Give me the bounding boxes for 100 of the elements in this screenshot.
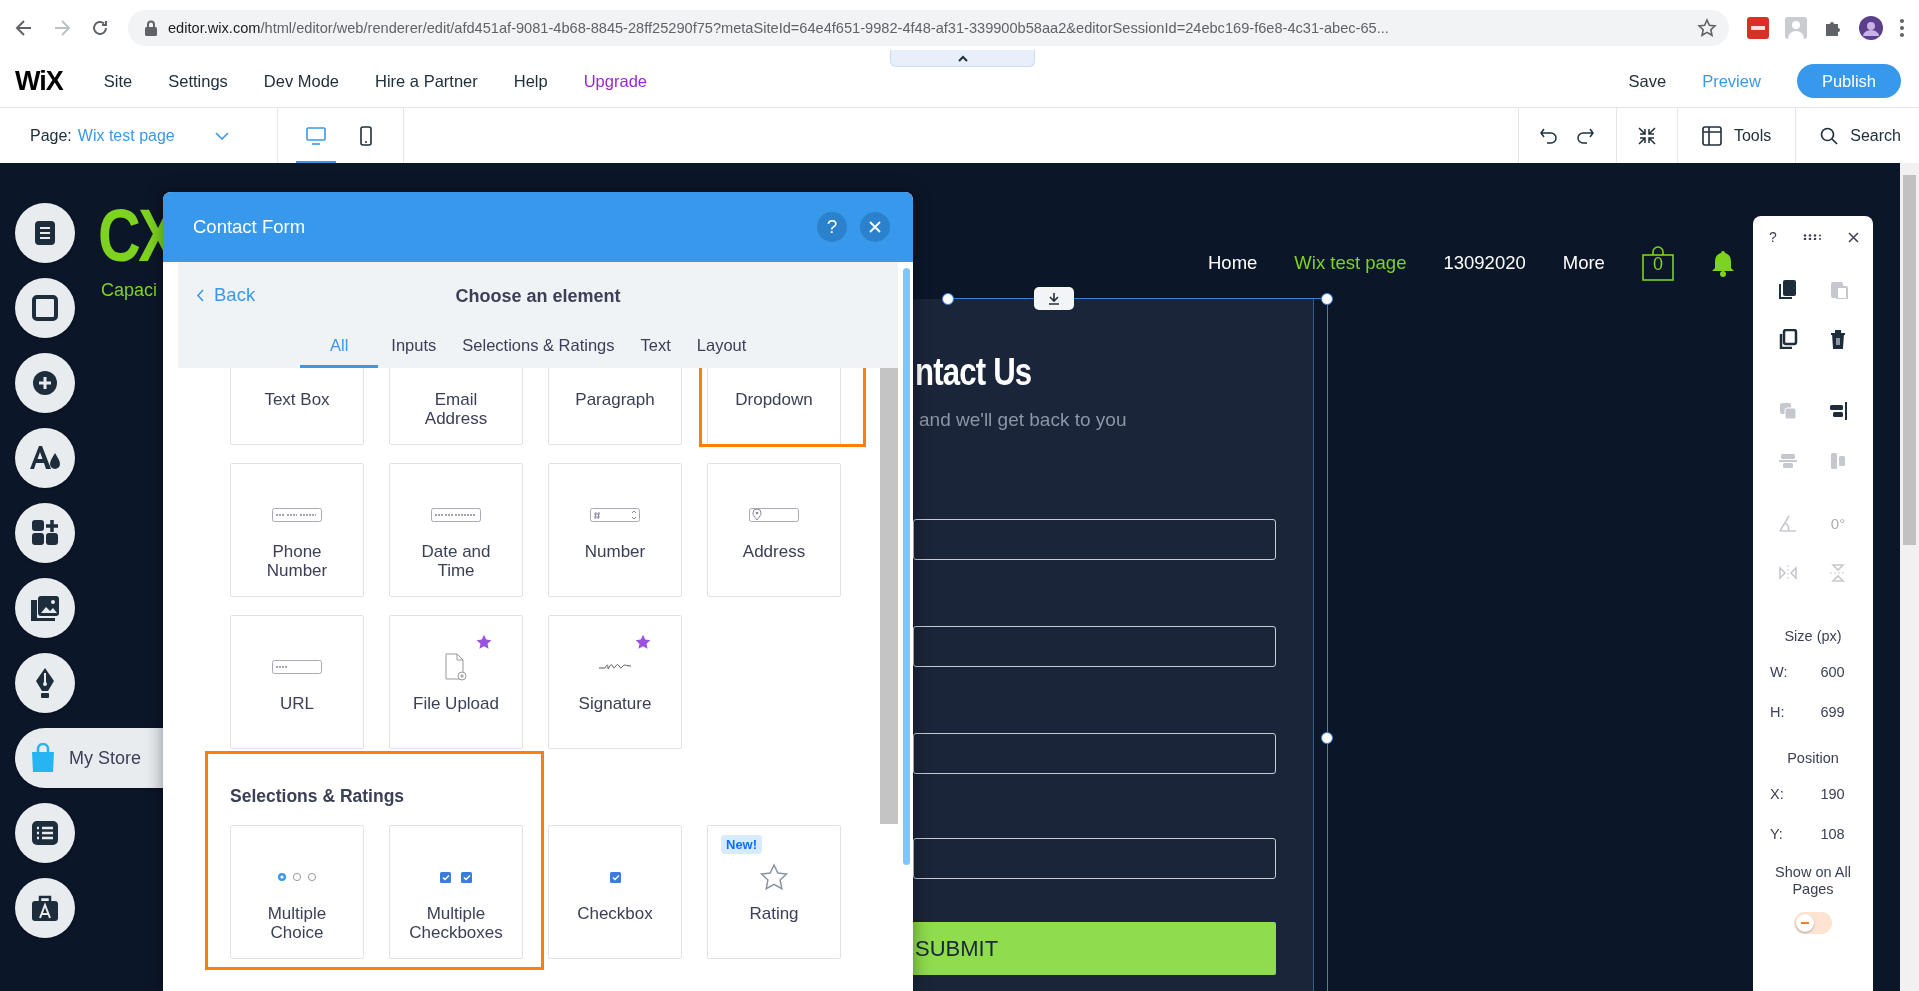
menu-item[interactable]: Site (103, 71, 133, 91)
collapse-icon[interactable] (1636, 125, 1657, 146)
dialog-title: Contact Form (193, 216, 307, 238)
tile-label: Paragraph (574, 390, 656, 409)
width-value[interactable]: 600 (1810, 664, 1855, 680)
save-button[interactable]: Save (1628, 71, 1667, 91)
element-tile[interactable]: New! Rating (707, 825, 841, 959)
cart-count: 0 (1652, 254, 1663, 276)
rotate-icon (1778, 513, 1798, 533)
extension-icon[interactable] (1747, 16, 1769, 39)
new-badge: New! (721, 835, 763, 854)
chevron-down-icon (214, 131, 229, 140)
list-icon (31, 820, 59, 846)
close-icon[interactable] (1848, 231, 1859, 243)
element-tile[interactable]: File Upload (389, 615, 523, 749)
sidebar-button[interactable] (15, 353, 75, 413)
tab[interactable]: Inputs (378, 336, 450, 368)
nav-link[interactable]: 13092020 (1443, 252, 1526, 274)
element-tile[interactable]: URL (230, 615, 364, 749)
image-icon (30, 594, 60, 622)
element-tile[interactable]: Dropdown (707, 368, 841, 445)
briefcase-icon (31, 894, 59, 922)
nav-link[interactable]: More (1562, 252, 1605, 274)
width-label: W: (1770, 664, 1789, 680)
duplicate-button[interactable] (1778, 329, 1798, 349)
resize-handle[interactable] (1321, 732, 1333, 744)
element-tile[interactable]: Text Box (230, 368, 364, 445)
signature-icon (598, 661, 632, 673)
y-value[interactable]: 108 (1810, 826, 1855, 842)
element-tile[interactable]: Address (707, 463, 841, 597)
tile-label: Phone Number (265, 542, 329, 580)
text-drop-icon (28, 444, 62, 472)
element-tile[interactable]: Multiple Checkboxes (389, 825, 523, 959)
delete-button[interactable] (1828, 329, 1848, 349)
menu-item[interactable]: Hire a Partner (375, 71, 478, 91)
element-tile[interactable]: Email Address (389, 368, 523, 445)
tile-label: Email Address (423, 390, 489, 428)
chevron-up-icon (957, 54, 968, 62)
height-value[interactable]: 699 (1810, 704, 1855, 720)
input-field[interactable] (913, 519, 1276, 560)
sidebar-button[interactable] (15, 878, 75, 938)
help-button[interactable]: ? (1769, 229, 1777, 245)
element-tile[interactable]: Paragraph (548, 368, 682, 445)
x-label: X: (1770, 786, 1785, 802)
sidebar-button[interactable]: My Store (15, 728, 163, 788)
sidebar-button[interactable] (15, 503, 75, 563)
align-button[interactable] (1828, 401, 1848, 421)
sidebar-button[interactable] (15, 653, 75, 713)
element-tile[interactable]: Multiple Choice (230, 825, 364, 959)
address-bar[interactable]: editor.wix.com/html/editor/web/renderer/edit/afd451af-9081-4b68-8845-28ff25290f75?metaSiteId=64e4f651-9982-4f48-af31-339900b58aa2&editorSessionId=24ebc169-f6e8-4c31-abec-65... (128, 9, 1729, 46)
drag-handle-icon[interactable] (1803, 234, 1822, 240)
menu-item[interactable]: Settings (168, 71, 228, 91)
element-tile[interactable]: Number (548, 463, 682, 597)
redo-icon[interactable] (1576, 126, 1595, 145)
scrollbar[interactable] (880, 368, 898, 824)
sidebar-button[interactable] (15, 578, 75, 638)
nav-link[interactable]: Wix test page (1294, 252, 1407, 274)
tab[interactable]: Layout (683, 336, 760, 368)
element-tile[interactable]: Phone Number (230, 463, 364, 597)
sidebar-button[interactable] (15, 278, 75, 338)
element-tile[interactable]: Signature (548, 615, 682, 749)
input-field[interactable] (913, 626, 1276, 667)
sidebar-button[interactable] (15, 203, 75, 263)
nav-link[interactable]: Home (1208, 252, 1258, 274)
close-button[interactable] (860, 212, 890, 242)
input-field[interactable] (913, 733, 1276, 774)
resize-handle[interactable] (1321, 293, 1333, 305)
menu-icon[interactable] (1899, 17, 1905, 38)
menu-item[interactable]: Dev Mode (263, 71, 340, 91)
help-button[interactable]: ? (817, 212, 847, 242)
menu-item[interactable]: Help (513, 71, 548, 91)
undo-icon[interactable] (1540, 126, 1559, 145)
tab[interactable]: Selections & Ratings (449, 336, 628, 368)
copy-button[interactable] (1778, 279, 1798, 299)
tab[interactable]: Text (627, 336, 684, 368)
sidebar-button[interactable] (15, 428, 75, 488)
bell-icon[interactable] (1710, 249, 1735, 277)
paste-icon (1828, 279, 1848, 299)
sidebar-button[interactable] (15, 803, 75, 863)
mobile-icon (359, 125, 372, 146)
search-button[interactable]: Search (1796, 108, 1919, 163)
tile-label: Multiple Choice (266, 904, 328, 942)
scrollbar[interactable] (1900, 163, 1919, 991)
star-icon[interactable] (1697, 17, 1717, 38)
element-tile[interactable]: Checkbox (548, 825, 682, 959)
scrollbar[interactable] (903, 268, 910, 865)
download-button[interactable] (1034, 287, 1074, 310)
back-icon[interactable] (14, 17, 34, 38)
form-title: ntact Us (915, 351, 1032, 394)
resize-handle[interactable] (942, 293, 954, 305)
collapse-handle[interactable] (890, 50, 1035, 67)
menu-item[interactable]: Upgrade (583, 71, 647, 91)
wix-logo: WiX (15, 65, 63, 97)
tile-label: Number (583, 542, 647, 561)
element-tile[interactable]: Date and Time (389, 463, 523, 597)
toggle-switch[interactable] (1794, 912, 1832, 934)
submit-button[interactable]: SUBMIT (913, 922, 1276, 975)
input-field[interactable] (913, 838, 1276, 879)
x-value[interactable]: 190 (1810, 786, 1855, 802)
avatar-icon[interactable] (1859, 15, 1883, 40)
